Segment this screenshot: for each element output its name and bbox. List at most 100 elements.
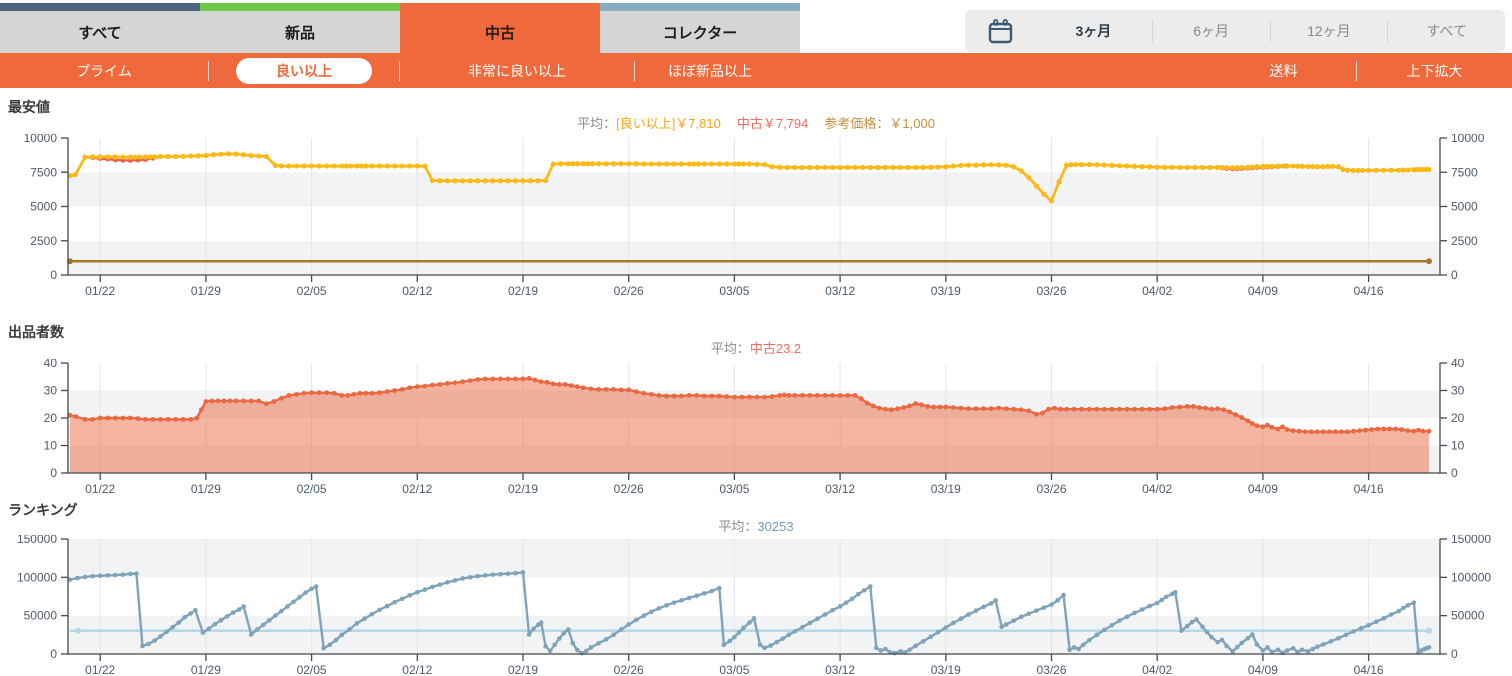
- svg-text:02/26: 02/26: [614, 482, 644, 496]
- average-caption-part: 平均：: [718, 519, 758, 534]
- svg-text:0: 0: [50, 647, 57, 661]
- toggle-expand-vertical-label: 上下拡大: [1406, 62, 1463, 79]
- svg-text:01/29: 01/29: [191, 482, 221, 496]
- svg-text:02/19: 02/19: [508, 482, 538, 496]
- svg-text:100000: 100000: [17, 570, 57, 584]
- lowest-price-average-caption: 平均：[良い以上]￥7,810 中古￥7,794 参考価格：￥1,000: [0, 116, 1512, 134]
- svg-text:02/05: 02/05: [297, 482, 327, 496]
- svg-text:150000: 150000: [17, 535, 57, 546]
- tab-collector[interactable]: コレクター: [600, 3, 800, 53]
- svg-text:40: 40: [1451, 359, 1465, 370]
- filter-prime[interactable]: プライム: [0, 61, 208, 81]
- svg-text:01/22: 01/22: [85, 482, 115, 496]
- svg-text:02/26: 02/26: [614, 663, 644, 676]
- svg-text:03/05: 03/05: [719, 284, 749, 298]
- svg-text:03/19: 03/19: [931, 663, 961, 676]
- svg-text:30: 30: [1451, 384, 1465, 398]
- tab-new[interactable]: 新品: [200, 3, 400, 53]
- svg-text:5000: 5000: [1451, 200, 1478, 214]
- filter-like-new-or-better[interactable]: ほぼ新品以上: [635, 61, 785, 81]
- filter-good-or-better[interactable]: 良い以上: [209, 57, 399, 84]
- seller-count-chart[interactable]: 0 0 10 10 20 20 30 30 40 40 01/22 01/29 02/05 02/12 02…: [0, 359, 1512, 499]
- svg-text:20: 20: [1451, 411, 1465, 425]
- svg-text:01/29: 01/29: [191, 284, 221, 298]
- svg-text:100000: 100000: [1451, 570, 1491, 584]
- filter-very-good-or-better[interactable]: 非常に良い以上: [400, 61, 634, 81]
- tab-new-label: 新品: [284, 24, 315, 42]
- svg-text:04/16: 04/16: [1354, 482, 1384, 496]
- svg-text:02/05: 02/05: [297, 284, 327, 298]
- svg-text:10: 10: [44, 439, 58, 453]
- average-caption-part: [良い以上]￥7,810: [616, 116, 721, 131]
- svg-text:04/09: 04/09: [1248, 284, 1278, 298]
- range-3-months-label: 3ヶ月: [1075, 23, 1112, 39]
- svg-text:50000: 50000: [1451, 609, 1485, 623]
- svg-text:150000: 150000: [1451, 535, 1491, 546]
- average-caption-part: 平均：: [710, 341, 750, 356]
- filter-like-new-or-better-label: ほぼ新品以上: [668, 62, 752, 79]
- sales-rank-average-caption: 平均：30253: [0, 519, 1512, 535]
- svg-text:40: 40: [44, 359, 58, 370]
- svg-text:03/12: 03/12: [825, 663, 855, 676]
- svg-text:02/12: 02/12: [402, 482, 432, 496]
- condition-filter-bar: プライム 良い以上 非常に良い以上 ほぼ新品以上 送料 上下拡大: [0, 53, 1512, 88]
- calendar-icon: [965, 18, 1035, 45]
- lowest-price-chart[interactable]: 0 0 2500 2500 5000 5000 7500 7500 10000 10000 01/2…: [0, 134, 1512, 301]
- toggle-shipping-label: 送料: [1269, 62, 1298, 79]
- svg-text:04/16: 04/16: [1354, 284, 1384, 298]
- condition-tabs: すべて 新品 中古 コレクター: [0, 0, 800, 53]
- svg-text:5000: 5000: [30, 200, 57, 214]
- svg-text:0: 0: [1451, 466, 1458, 480]
- svg-text:03/26: 03/26: [1036, 482, 1066, 496]
- seller-count-average-caption: 平均：中古23.2: [0, 341, 1512, 359]
- svg-text:01/22: 01/22: [85, 284, 115, 298]
- svg-text:02/26: 02/26: [614, 284, 644, 298]
- average-caption-part: 参考価格：￥1,000: [824, 116, 935, 131]
- seller-count-title: 出品者数: [8, 324, 64, 340]
- svg-text:10000: 10000: [24, 134, 58, 145]
- svg-text:03/05: 03/05: [719, 482, 749, 496]
- average-caption-part: 30253: [757, 519, 794, 534]
- svg-text:03/05: 03/05: [719, 663, 749, 676]
- svg-text:02/12: 02/12: [402, 284, 432, 298]
- sales-rank-section: ランキング 平均：30253 0 0 50000 50000 100000 100000 1…: [0, 501, 1512, 676]
- sales-rank-chart[interactable]: 0 0 50000 50000 100000 100000 150000 150000 01/2…: [0, 535, 1512, 676]
- svg-text:03/12: 03/12: [825, 482, 855, 496]
- svg-text:04/02: 04/02: [1142, 663, 1172, 676]
- svg-text:03/19: 03/19: [931, 284, 961, 298]
- svg-text:50000: 50000: [24, 609, 58, 623]
- lowest-price-section: 最安値 平均：[良い以上]￥7,810 中古￥7,794 参考価格：￥1,000 0…: [0, 98, 1512, 301]
- tab-all[interactable]: すべて: [0, 3, 200, 53]
- svg-text:04/02: 04/02: [1142, 482, 1172, 496]
- tab-used-label: 中古: [484, 24, 515, 42]
- svg-text:03/12: 03/12: [825, 284, 855, 298]
- svg-text:02/19: 02/19: [508, 284, 538, 298]
- svg-text:0: 0: [50, 268, 57, 282]
- svg-text:01/29: 01/29: [191, 663, 221, 676]
- svg-text:2500: 2500: [1451, 234, 1478, 248]
- svg-text:10: 10: [1451, 439, 1465, 453]
- svg-text:03/19: 03/19: [931, 482, 961, 496]
- range-3-months[interactable]: 3ヶ月: [1035, 21, 1152, 41]
- range-12-months[interactable]: 12ヶ月: [1271, 21, 1388, 41]
- svg-text:02/19: 02/19: [508, 663, 538, 676]
- tab-collector-label: コレクター: [662, 24, 738, 42]
- range-6-months[interactable]: 6ヶ月: [1153, 21, 1270, 41]
- svg-text:0: 0: [1451, 647, 1458, 661]
- sales-rank-title: ランキング: [8, 502, 78, 518]
- svg-text:01/22: 01/22: [85, 663, 115, 676]
- range-all-label: すべて: [1426, 23, 1467, 39]
- filter-prime-label: プライム: [76, 62, 132, 79]
- toggle-expand-vertical[interactable]: 上下拡大: [1357, 61, 1512, 81]
- tab-used[interactable]: 中古: [400, 3, 600, 53]
- svg-text:10000: 10000: [1451, 134, 1485, 145]
- svg-text:04/16: 04/16: [1354, 663, 1384, 676]
- average-caption-part: 中古23.2: [749, 341, 802, 356]
- svg-text:7500: 7500: [30, 165, 57, 179]
- toggle-shipping[interactable]: 送料: [1211, 61, 1356, 81]
- svg-text:0: 0: [50, 466, 57, 480]
- filter-very-good-or-better-label: 非常に良い以上: [468, 62, 566, 79]
- range-all[interactable]: すべて: [1388, 21, 1505, 41]
- svg-text:02/05: 02/05: [297, 663, 327, 676]
- svg-text:03/26: 03/26: [1036, 284, 1066, 298]
